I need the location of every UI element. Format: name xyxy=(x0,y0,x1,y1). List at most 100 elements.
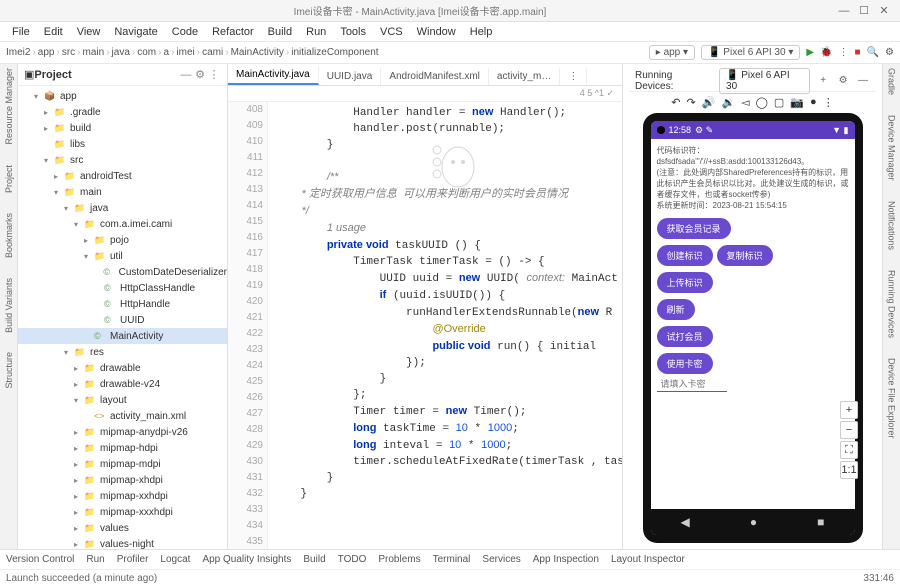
app-button[interactable]: 创建标识 xyxy=(657,245,713,266)
tree-item[interactable]: ▸📁values-night xyxy=(18,536,227,549)
tree-item[interactable]: ▾📁util xyxy=(18,248,227,264)
volume-up-icon[interactable]: 🔊 xyxy=(702,96,716,109)
editor-tab[interactable]: UUID.java xyxy=(319,68,382,85)
maximize-icon[interactable]: ☐ xyxy=(854,4,874,17)
app-button[interactable]: 试打会员 xyxy=(657,326,713,347)
zoom-1-1-button[interactable]: 1:1 xyxy=(840,461,858,479)
breadcrumb-item[interactable]: app xyxy=(38,47,55,58)
gear-icon[interactable]: ⚙ xyxy=(836,75,850,86)
emulator-selector[interactable]: 📱 Pixel 6 API 30 xyxy=(719,68,810,94)
debug-icon[interactable]: 🐞 xyxy=(820,47,832,58)
side-tab[interactable]: Gradle xyxy=(887,68,897,95)
run-config-selector[interactable]: ▸ app ▾ xyxy=(649,45,695,60)
breadcrumb-item[interactable]: MainActivity xyxy=(231,47,284,58)
tool-window-services[interactable]: Services xyxy=(482,554,520,565)
breadcrumb-item[interactable]: imei xyxy=(176,47,194,58)
tree-item[interactable]: ▸📁mipmap-anydpi-v26 xyxy=(18,424,227,440)
settings-icon[interactable]: ⚙ xyxy=(885,47,894,58)
nav-back-icon[interactable]: ◀ xyxy=(681,515,690,529)
project-tree[interactable]: ▾📦app▸📁.gradle▸📁build📁libs▾📁src▸📁android… xyxy=(18,86,227,549)
breadcrumb-item[interactable]: a xyxy=(164,47,170,58)
menu-run[interactable]: Run xyxy=(300,24,332,40)
side-tab[interactable]: Project xyxy=(4,165,14,193)
tool-window-logcat[interactable]: Logcat xyxy=(160,554,190,565)
side-tab[interactable]: Bookmarks xyxy=(4,213,14,258)
side-tab[interactable]: Structure xyxy=(4,352,14,389)
menu-file[interactable]: File xyxy=(6,24,36,40)
side-tab[interactable]: Resource Manager xyxy=(4,68,14,145)
line-gutter[interactable]: 4084094104114124134144154164174184194204… xyxy=(228,102,268,549)
rotate-right-icon[interactable]: ↷ xyxy=(687,96,696,109)
breadcrumb-item[interactable]: main xyxy=(83,47,105,58)
add-device-icon[interactable]: + xyxy=(816,75,830,86)
tree-item[interactable]: ▾📁main xyxy=(18,184,227,200)
tree-item[interactable]: ▸📁mipmap-xxxhdpi xyxy=(18,504,227,520)
tree-item[interactable]: <>activity_main.xml xyxy=(18,408,227,424)
more-icon[interactable]: ⋮ xyxy=(839,47,849,58)
back-icon[interactable]: ◅ xyxy=(741,96,749,109)
hide-icon[interactable]: ⋮ xyxy=(207,68,221,81)
tree-item[interactable]: ▾📁src xyxy=(18,152,227,168)
nav-home-icon[interactable]: ● xyxy=(750,515,757,529)
tree-item[interactable]: ▸📁.gradle xyxy=(18,104,227,120)
tree-item[interactable]: ▸📁mipmap-xxhdpi xyxy=(18,488,227,504)
tree-item[interactable]: ▾📁java xyxy=(18,200,227,216)
tool-window-layout-inspector[interactable]: Layout Inspector xyxy=(611,554,685,565)
panel-select-icon[interactable]: ▣ xyxy=(24,68,34,81)
menu-vcs[interactable]: VCS xyxy=(374,24,409,40)
breadcrumb-item[interactable]: src xyxy=(62,47,75,58)
search-icon[interactable]: 🔍 xyxy=(867,47,879,58)
stop-icon[interactable]: ■ xyxy=(855,47,861,58)
menu-tools[interactable]: Tools xyxy=(334,24,372,40)
tool-window-app-quality-insights[interactable]: App Quality Insights xyxy=(202,554,291,565)
breadcrumb-item[interactable]: java xyxy=(112,47,130,58)
editor-tab[interactable]: MainActivity.java xyxy=(228,66,319,85)
tool-window-version-control[interactable]: Version Control xyxy=(6,554,74,565)
hide-panel-icon[interactable]: — xyxy=(856,75,870,86)
zoom-out-button[interactable]: − xyxy=(840,421,858,439)
emulator-app-content[interactable]: 代码标识符：dsfsdfsada'''/'//+ssB:asdd:1001331… xyxy=(651,139,855,509)
zoom-in-button[interactable]: + xyxy=(840,401,858,419)
tree-item[interactable]: ▸📁build xyxy=(18,120,227,136)
menu-build[interactable]: Build xyxy=(262,24,298,40)
menu-window[interactable]: Window xyxy=(411,24,462,40)
tool-window-profiler[interactable]: Profiler xyxy=(117,554,149,565)
menu-refactor[interactable]: Refactor xyxy=(206,24,260,40)
tree-item[interactable]: ▸📁pojo xyxy=(18,232,227,248)
minimize-icon[interactable]: — xyxy=(834,5,854,17)
home-icon[interactable]: ◯ xyxy=(756,96,768,109)
tree-item[interactable]: ▾📁com.a.imei.cami xyxy=(18,216,227,232)
close-icon[interactable]: ✕ xyxy=(874,4,894,17)
screenshot-icon[interactable]: 📷 xyxy=(790,96,804,109)
editor-tab[interactable]: AndroidManifest.xml xyxy=(381,68,489,85)
tree-item[interactable]: ©HttpHandle xyxy=(18,296,227,312)
menu-code[interactable]: Code xyxy=(166,24,204,40)
menu-navigate[interactable]: Navigate xyxy=(108,24,163,40)
tabs-overflow-icon[interactable]: ⋮ xyxy=(560,68,587,85)
breadcrumb-item[interactable]: cami xyxy=(202,47,223,58)
side-tab[interactable]: Device Manager xyxy=(887,115,897,181)
inspection-summary[interactable]: 4 5 ^1 ✓ xyxy=(580,88,614,99)
app-button[interactable]: 复制标识 xyxy=(717,245,773,266)
cursor-position[interactable]: 331:46 xyxy=(863,573,894,584)
tree-item[interactable]: ▸📁values xyxy=(18,520,227,536)
tree-item[interactable]: ▾📦app xyxy=(18,88,227,104)
app-button[interactable]: 使用卡密 xyxy=(657,353,713,374)
run-icon[interactable]: ▶ xyxy=(806,47,814,58)
menu-edit[interactable]: Edit xyxy=(38,24,69,40)
tree-item[interactable]: ▸📁androidTest xyxy=(18,168,227,184)
app-button[interactable]: 刷新 xyxy=(657,299,695,320)
nav-overview-icon[interactable]: ■ xyxy=(817,515,824,529)
side-tab[interactable]: Running Devices xyxy=(887,270,897,338)
tool-window-terminal[interactable]: Terminal xyxy=(433,554,471,565)
tree-item[interactable]: ©MainActivity xyxy=(18,328,227,344)
side-tab[interactable]: Build Variants xyxy=(4,278,14,333)
tree-item[interactable]: ▸📁mipmap-hdpi xyxy=(18,440,227,456)
tree-item[interactable]: ▸📁drawable xyxy=(18,360,227,376)
app-button[interactable]: 获取会员记录 xyxy=(657,218,731,239)
tree-item[interactable]: ©CustomDateDeserializer xyxy=(18,264,227,280)
tree-item[interactable]: ▸📁mipmap-mdpi xyxy=(18,456,227,472)
card-key-input[interactable] xyxy=(657,377,727,392)
tool-window-run[interactable]: Run xyxy=(86,554,104,565)
tree-item[interactable]: ▸📁drawable-v24 xyxy=(18,376,227,392)
